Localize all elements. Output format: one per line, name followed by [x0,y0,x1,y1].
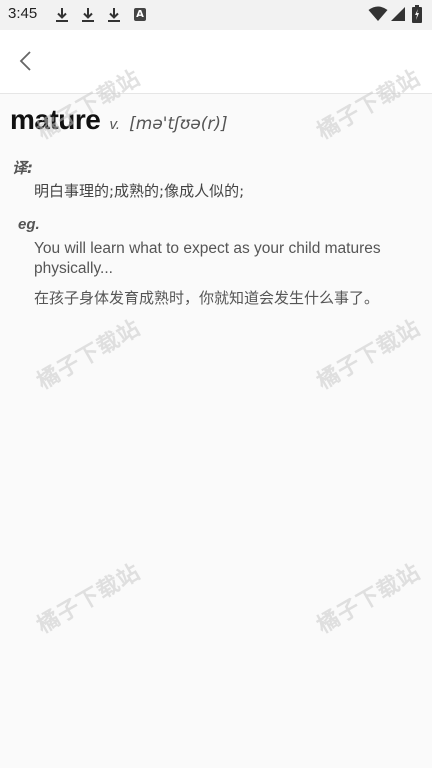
status-bar: 3:45 A [0,0,432,30]
back-button[interactable] [14,48,40,74]
watermark: 橘子下载站 [33,559,146,639]
a-app-icon: A [134,8,146,21]
watermark: 橘子下载站 [313,559,426,639]
status-time: 3:45 [8,5,38,22]
download-icon [56,8,68,22]
example-sentence-zh: 在孩子身体发育成熟时，你就知道会发生什么事了。 [34,289,380,307]
phonetic: [mə'tʃʊə(r)] [129,114,228,134]
example-label: eg. [18,216,40,233]
watermark: 橘子下载站 [33,315,146,395]
watermark: 橘子下载站 [313,315,426,395]
app-header [0,30,432,94]
translation-text: 明白事理的;成熟的;像成人似的; [34,182,245,200]
download-icon [82,8,94,22]
word-heading: mature v. [mə'tʃʊə(r)] [10,104,228,144]
signal-icon [391,7,405,21]
example-sentence-en: You will learn what to expect as your ch… [34,240,381,277]
part-of-speech: v. [109,116,121,133]
chevron-left-icon [19,51,31,71]
wifi-icon [368,6,388,21]
download-icon [108,8,120,22]
translation-label: 译: [12,159,33,177]
battery-icon [412,5,422,23]
word-title: mature [10,104,101,135]
